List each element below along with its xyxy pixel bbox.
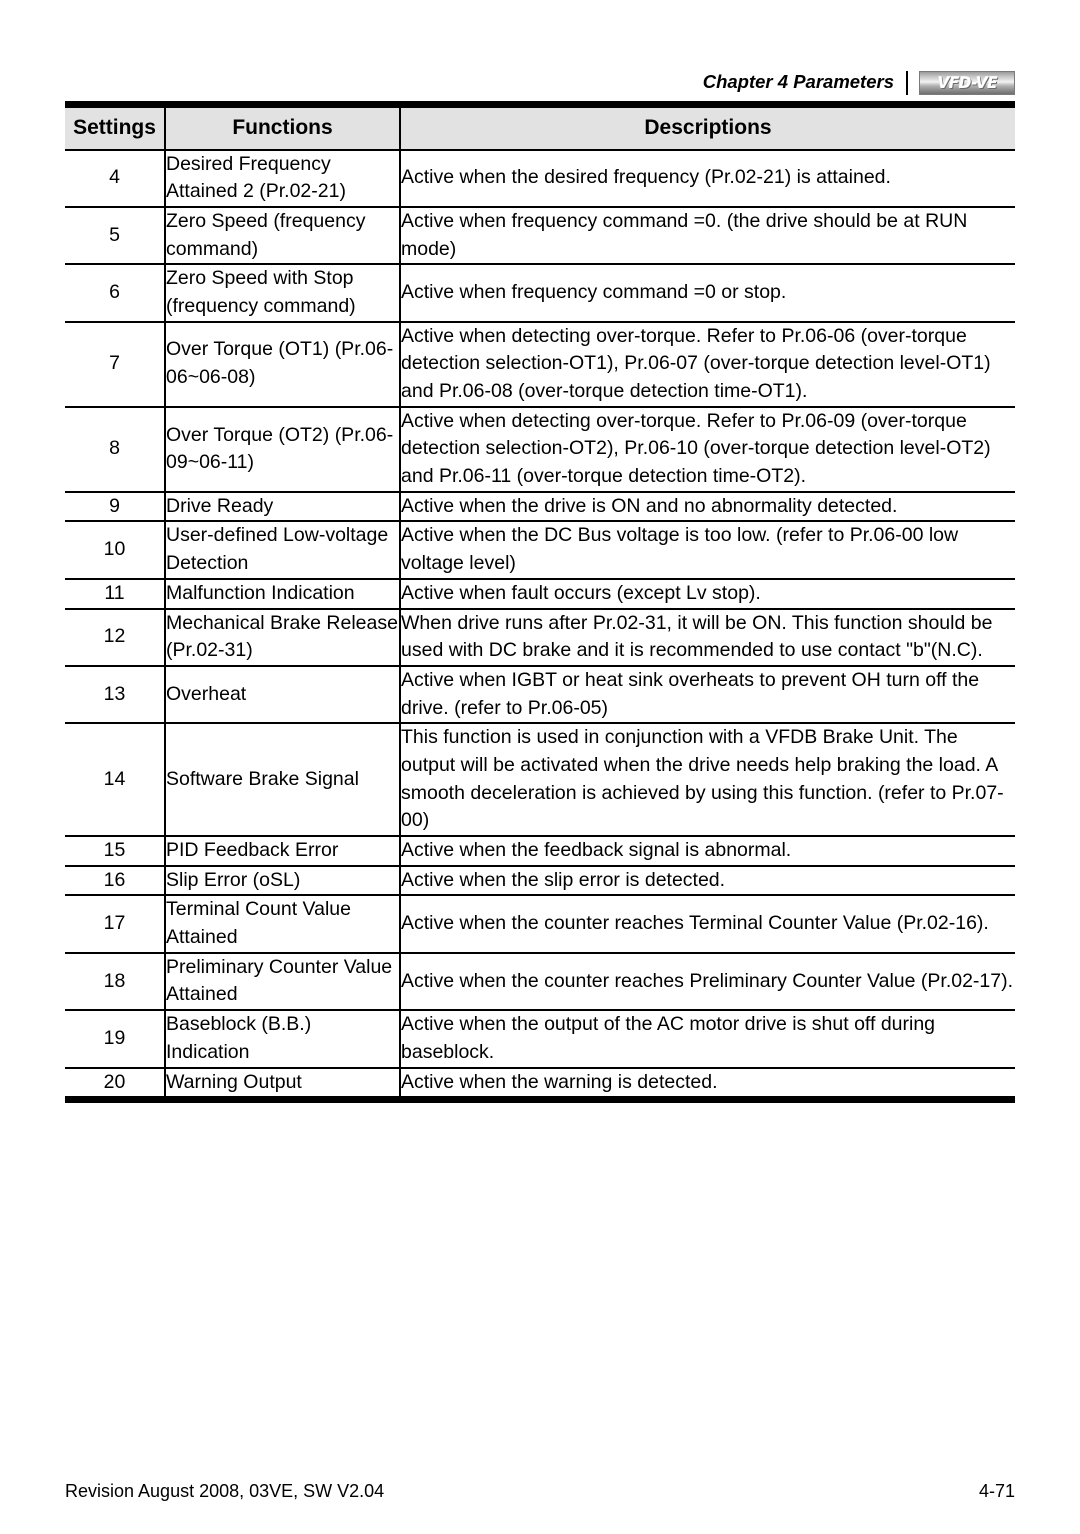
cell-setting-value: 6 <box>65 264 166 322</box>
table-row: 10 User-defined Low-voltage Detection Acti… <box>65 521 1015 579</box>
cell-function-name: Software Brake Signal <box>164 723 401 836</box>
cell-description-text: Active when the output of the AC motor d… <box>399 1010 1015 1068</box>
parameter-settings-table: Settings Functions Descriptions 4 Desired… <box>65 101 1015 1104</box>
table-row: 14 Software Brake Signal This function is … <box>65 723 1015 836</box>
cell-setting-value: 9 <box>65 491 166 522</box>
cell-function-name: Mechanical Brake Release (Pr.02-31) <box>164 608 401 666</box>
cell-description-text: Active when the DC Bus voltage is too lo… <box>399 521 1015 579</box>
table-header-row: Settings Functions Descriptions <box>65 104 1015 151</box>
cell-setting-value: 4 <box>65 149 166 207</box>
cell-function-name: Warning Output <box>164 1067 401 1100</box>
table-header: Settings Functions Descriptions <box>65 104 1015 151</box>
vfd-ve-logo: VFD-VE <box>919 71 1015 95</box>
table-row: 16 Slip Error (oSL) Active when the slip e… <box>65 865 1015 896</box>
cell-description-text: Active when IGBT or heat sink overheats … <box>399 665 1015 724</box>
table-row: 6 Zero Speed with Stop (frequency command… <box>65 264 1015 322</box>
cell-function-name: Zero Speed with Stop (frequency command) <box>164 264 401 322</box>
cell-function-name: Baseblock (B.B.) Indication <box>164 1010 401 1068</box>
chapter-title: Chapter 4 Parameters <box>702 70 894 92</box>
cell-setting-value: 17 <box>65 895 166 953</box>
table-row: 19 Baseblock (B.B.) Indication Active when… <box>65 1010 1015 1068</box>
table-row: 9 Drive Ready Active when the drive is ON … <box>65 491 1015 522</box>
cell-description-text: Active when detecting over-torque. Refer… <box>399 406 1015 492</box>
table-row: 12 Mechanical Brake Release (Pr.02-31) Whe… <box>65 608 1015 666</box>
table-body: 4 Desired Frequency Attained 2 (Pr.02-21)… <box>65 149 1015 1100</box>
table-row: 4 Desired Frequency Attained 2 (Pr.02-21)… <box>65 149 1015 207</box>
column-header-functions: Functions <box>164 104 401 151</box>
running-header: Chapter 4 Parameters VFD-VE <box>65 68 1015 98</box>
cell-description-text: Active when the counter reaches Terminal… <box>399 895 1015 953</box>
cell-function-name: Drive Ready <box>164 491 401 522</box>
cell-description-text: This function is used in conjunction wit… <box>399 723 1015 836</box>
cell-description-text: Active when the desired frequency (Pr.02… <box>399 149 1015 207</box>
table-row: 5 Zero Speed (frequency command) Active wh… <box>65 206 1015 265</box>
cell-description-text: Active when the feedback signal is abnor… <box>399 836 1015 866</box>
page-number: 4-71 <box>978 1480 1015 1501</box>
document-page: Chapter 4 Parameters VFD-VE Settings Fun… <box>0 0 1080 1534</box>
cell-description-text: Active when the counter reaches Prelimin… <box>399 952 1015 1011</box>
table-row: 20 Warning Output Active when the warning … <box>65 1067 1015 1100</box>
cell-setting-value: 14 <box>65 723 166 836</box>
cell-function-name: PID Feedback Error <box>164 836 401 866</box>
cell-setting-value: 19 <box>65 1010 166 1068</box>
cell-function-name: Desired Frequency Attained 2 (Pr.02-21) <box>164 149 401 207</box>
table-row: 18 Preliminary Counter Value Attained Acti… <box>65 952 1015 1011</box>
cell-function-name: Zero Speed (frequency command) <box>164 206 401 265</box>
cell-setting-value: 5 <box>65 206 166 265</box>
cell-setting-value: 15 <box>65 836 166 866</box>
cell-function-name: Terminal Count Value Attained <box>164 895 401 953</box>
cell-description-text: Active when frequency command =0. (the d… <box>399 206 1015 265</box>
cell-description-text: Active when the warning is detected. <box>399 1067 1015 1100</box>
logo-label: VFD-VE <box>937 73 997 92</box>
cell-description-text: Active when detecting over-torque. Refer… <box>399 321 1015 407</box>
cell-setting-value: 12 <box>65 608 166 666</box>
cell-function-name: Over Torque (OT2) (Pr.06-09~06-11) <box>164 406 401 492</box>
cell-setting-value: 11 <box>65 578 166 609</box>
cell-description-text: Active when frequency command =0 or stop… <box>399 264 1015 322</box>
cell-setting-value: 20 <box>65 1067 166 1100</box>
cell-setting-value: 16 <box>65 865 166 896</box>
header-divider <box>906 71 908 95</box>
cell-function-name: Malfunction Indication <box>164 578 401 609</box>
cell-setting-value: 13 <box>65 665 166 724</box>
page-footer: Revision August 2008, 03VE, SW V2.04 4-7… <box>65 1478 1015 1504</box>
cell-description-text: Active when the drive is ON and no abnor… <box>399 491 1015 522</box>
table-row: 17 Terminal Count Value Attained Active wh… <box>65 895 1015 953</box>
cell-setting-value: 10 <box>65 521 166 579</box>
column-header-settings: Settings <box>65 104 166 151</box>
cell-description-text: Active when fault occurs (except Lv stop… <box>399 578 1015 609</box>
cell-description-text: When drive runs after Pr.02-31, it will … <box>399 608 1015 666</box>
cell-setting-value: 7 <box>65 321 166 407</box>
table-row: 11 Malfunction Indication Active when faul… <box>65 578 1015 609</box>
table-row: 8 Over Torque (OT2) (Pr.06-09~06-11) Activ… <box>65 406 1015 492</box>
revision-text: Revision August 2008, 03VE, SW V2.04 <box>65 1480 385 1501</box>
cell-setting-value: 18 <box>65 952 166 1011</box>
table-row: 7 Over Torque (OT1) (Pr.06-06~06-08) Activ… <box>65 321 1015 407</box>
cell-function-name: Over Torque (OT1) (Pr.06-06~06-08) <box>164 321 401 407</box>
cell-function-name: Overheat <box>164 665 401 724</box>
table-row: 15 PID Feedback Error Active when the feed… <box>65 836 1015 866</box>
cell-function-name: User-defined Low-voltage Detection <box>164 521 401 579</box>
table-row: 13 Overheat Active when IGBT or heat sink … <box>65 665 1015 724</box>
column-header-descriptions: Descriptions <box>399 104 1015 151</box>
cell-setting-value: 8 <box>65 406 166 492</box>
cell-function-name: Preliminary Counter Value Attained <box>164 952 401 1011</box>
cell-function-name: Slip Error (oSL) <box>164 865 401 896</box>
cell-description-text: Active when the slip error is detected. <box>399 865 1015 896</box>
